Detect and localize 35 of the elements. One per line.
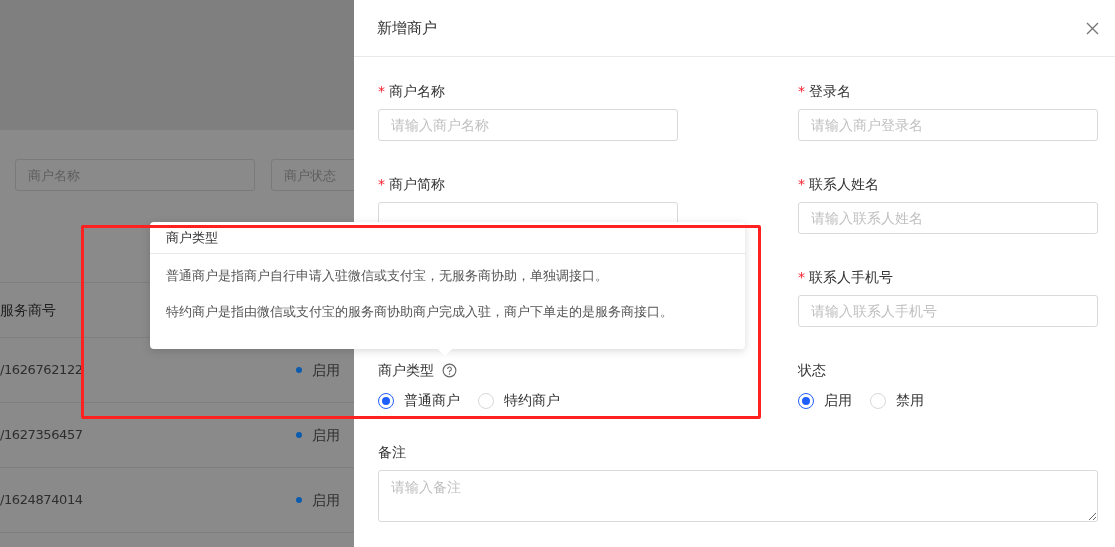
required-mark: * bbox=[378, 174, 385, 194]
field-label: 联系人姓名 bbox=[809, 174, 879, 194]
input-field[interactable]: 请输入商户名称 bbox=[378, 109, 678, 141]
field-label: 状态 bbox=[798, 360, 826, 380]
status-text: 启用 bbox=[312, 425, 340, 445]
table-cell-text: /1627356457 bbox=[0, 426, 83, 445]
radio-label[interactable]: 禁用 bbox=[896, 390, 924, 411]
input-field[interactable]: 请输入联系人姓名 bbox=[798, 202, 1098, 234]
column-header: 服务商号 bbox=[0, 300, 56, 320]
tooltip-text: 特约商户是指由微信或支付宝的服务商协助商户完成入驻，商户下单走的是服务商接口。 bbox=[166, 302, 674, 321]
required-mark: * bbox=[378, 81, 385, 101]
input-field[interactable]: 请输入联系人手机号 bbox=[798, 295, 1098, 327]
required-mark: * bbox=[798, 81, 805, 101]
tooltip-title: 商户类型 bbox=[166, 228, 218, 247]
required-mark: * bbox=[798, 174, 805, 194]
help-icon[interactable] bbox=[442, 362, 457, 378]
required-mark: * bbox=[798, 267, 805, 287]
drawer-title: 新增商户 bbox=[377, 17, 437, 39]
input-field[interactable]: 请输入商户登录名 bbox=[798, 109, 1098, 141]
field-label: 商户名称 bbox=[389, 81, 445, 101]
status-text: 启用 bbox=[312, 360, 340, 380]
status-text: 启用 bbox=[312, 490, 340, 510]
radio-label[interactable]: 普通商户 bbox=[404, 390, 460, 411]
field-label: 联系人手机号 bbox=[809, 267, 893, 287]
field-label: 商户类型 bbox=[378, 360, 434, 380]
field-label: 商户简称 bbox=[389, 174, 445, 194]
field-label: 备注 bbox=[378, 442, 406, 462]
radio-label[interactable]: 特约商户 bbox=[504, 390, 560, 411]
remark-field[interactable]: 请输入备注 bbox=[378, 470, 1098, 522]
table-cell-text: /1626762122 bbox=[0, 361, 83, 380]
close-icon[interactable] bbox=[1086, 21, 1099, 35]
field-label: 登录名 bbox=[809, 81, 851, 101]
table-cell-text: /1624874014 bbox=[0, 491, 83, 510]
tooltip-text: 普通商户是指商户自行申请入驻微信或支付宝，无服务商协助，单独调接口。 bbox=[166, 267, 609, 285]
radio-label[interactable]: 启用 bbox=[824, 390, 852, 411]
